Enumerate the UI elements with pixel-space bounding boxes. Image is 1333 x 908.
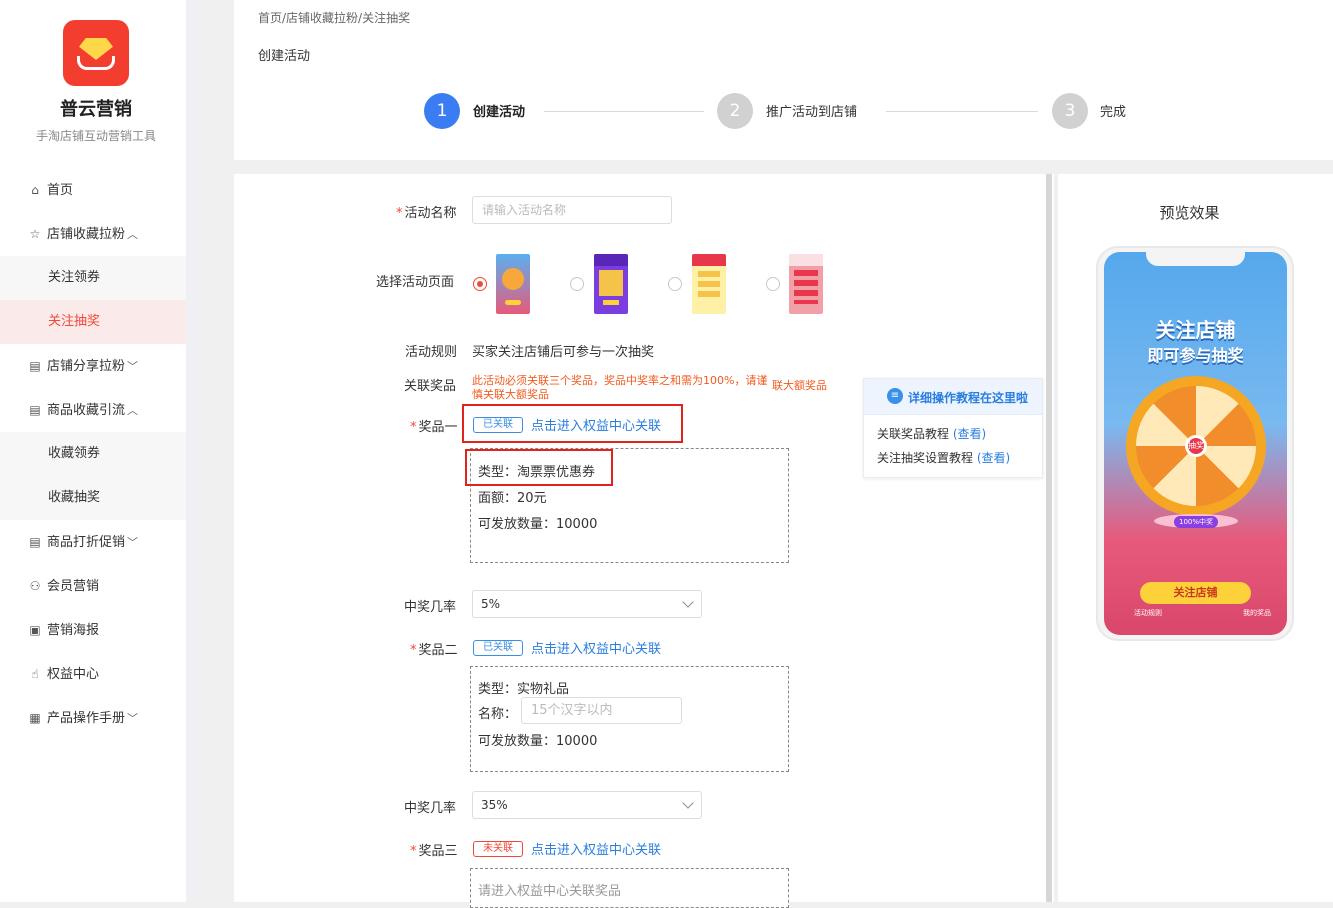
phone-screen: 关注店铺 即可参与抽奖 抽奖 100%中奖 关注店铺 活动规则 我的奖品	[1104, 252, 1287, 635]
sidebar-item-home[interactable]: ⌂ 首页	[0, 168, 186, 212]
app-logo	[63, 20, 129, 86]
step-2-label: 推广活动到店铺	[766, 105, 858, 120]
sidebar-item-manual[interactable]: ▦ 产品操作手册 ﹀	[0, 696, 186, 740]
prize-3-status-badge: 未关联	[473, 841, 523, 857]
sidebar-item-favorite-coupon[interactable]: 收藏领券	[0, 432, 186, 476]
step-connector	[544, 111, 704, 112]
preview-banner-title: 关注店铺	[1155, 318, 1236, 342]
thumbs-up-icon: ☝	[31, 667, 39, 681]
sidebar-item-store-favorites[interactable]: ☆ 店铺收藏拉粉 ︿	[0, 212, 186, 256]
sidebar-item-follow-coupon[interactable]: 关注领券	[0, 256, 186, 300]
step-1-circle: 1	[424, 93, 460, 129]
sidebar-divider	[186, 0, 198, 902]
chevron-down-icon	[682, 596, 694, 608]
preview-follow-button: 关注店铺	[1140, 582, 1251, 604]
chevron-down-icon	[682, 797, 694, 809]
star-icon: ☆	[29, 227, 41, 241]
step-1-label: 创建活动	[473, 105, 526, 120]
chevron-down-icon: ﹀	[127, 536, 139, 549]
help-title: 详细操作教程在这里啦	[908, 391, 1029, 405]
prize-2-link[interactable]: 点击进入权益中心关联	[531, 638, 661, 657]
template-thumbnail-1[interactable]	[496, 254, 530, 314]
prize-1-label: * 奖品一	[410, 420, 458, 435]
shop-icon: ▤	[29, 359, 41, 373]
template-radio-1[interactable]	[473, 277, 487, 291]
help-box: ≡ 详细操作教程在这里啦 关联奖品教程 (查看) 关注抽奖设置教程 (查看)	[863, 378, 1043, 478]
sidebar-item-store-share[interactable]: ▤ 店铺分享拉粉 ﹀	[0, 344, 186, 388]
template-radio-3[interactable]	[668, 277, 682, 291]
step-3-circle: 3	[1052, 93, 1088, 129]
template-thumbnail-3[interactable]	[692, 254, 726, 314]
header-card: 首页/店铺收藏拉粉/关注抽奖 创建活动 1 创建活动 2 推广活动到店铺 3 完…	[234, 0, 1333, 160]
help-header: ≡ 详细操作教程在这里啦	[864, 379, 1042, 415]
prize-3-label: * 奖品三	[410, 844, 458, 859]
home-icon: ⌂	[31, 183, 39, 197]
prizes-notice-overflow: 联大额奖品	[772, 379, 827, 392]
sidebar-item-benefits[interactable]: ☝ 权益中心	[0, 652, 186, 696]
sidebar-item-members[interactable]: ⚇ 会员营销	[0, 564, 186, 608]
activity-name-label: * 活动名称	[396, 206, 457, 221]
prize-1-rate-label: 中奖几率	[404, 600, 457, 615]
prizes-label: 关联奖品	[404, 379, 457, 394]
sidebar-item-favorite-lottery[interactable]: 收藏抽奖	[0, 476, 186, 520]
rules-label: 活动规则	[405, 345, 458, 360]
rules-text: 买家关注店铺后可参与一次抽奖	[472, 345, 655, 360]
step-2-circle: 2	[717, 93, 753, 129]
prize-2-rate-select[interactable]: 35%	[472, 791, 702, 819]
help-link-prize-tutorial[interactable]: 关联奖品教程 (查看)	[877, 425, 986, 442]
preview-card: 预览效果 关注店铺 即可参与抽奖 抽奖 100%中奖 关注店铺 活动规则 我的奖…	[1058, 174, 1333, 902]
prize-2-quantity: 可发放数量：10000	[478, 734, 598, 749]
sidebar: 普云营销 手淘店铺互动营销工具 ⌂ 首页 ☆ 店铺收藏拉粉 ︿ 关注领券 关注抽奖 ▤…	[0, 0, 186, 902]
brand-name: 普云营销	[60, 99, 132, 120]
wheel-hub-button: 抽奖	[1185, 435, 1207, 457]
template-thumbnail-4[interactable]	[789, 254, 823, 314]
help-link-lottery-tutorial[interactable]: 关注抽奖设置教程 (查看)	[877, 449, 1010, 466]
prize-2-rate-label: 中奖几率	[404, 801, 457, 816]
prizes-notice: 此活动必须关联三个奖品，奖品中奖率之和需为100%，请谨慎关联大额奖品	[472, 374, 768, 401]
preview-title: 预览效果	[1159, 204, 1220, 222]
shop-icon: ▤	[29, 403, 41, 417]
prize-2-name-input[interactable]: 15个汉字以内	[521, 697, 682, 724]
users-icon: ⚇	[29, 579, 41, 593]
prize-2-label: * 奖品二	[410, 643, 458, 658]
step-3-label: 完成	[1100, 105, 1127, 120]
sidebar-item-follow-lottery[interactable]: 关注抽奖	[0, 300, 186, 344]
activity-name-input[interactable]: 请输入活动名称	[472, 196, 672, 224]
template-thumbnail-2[interactable]	[594, 254, 628, 314]
highlight-box	[462, 404, 683, 443]
document-icon: ▦	[29, 711, 41, 725]
document-icon: ≡	[887, 388, 903, 404]
preview-banner-subtitle: 即可参与抽奖	[1147, 346, 1244, 365]
highlight-box	[465, 449, 613, 486]
brand-tagline: 手淘店铺互动营销工具	[35, 129, 156, 143]
sidebar-item-posters[interactable]: ▣ 营销海报	[0, 608, 186, 652]
page-title: 创建活动	[258, 49, 311, 64]
step-connector	[886, 111, 1038, 112]
breadcrumb[interactable]: 首页/店铺收藏拉粉/关注抽奖	[258, 9, 410, 26]
sidebar-item-discount[interactable]: ▤ 商品打折促销 ﹀	[0, 520, 186, 564]
shop-icon: ▤	[29, 535, 41, 549]
sidebar-item-product-favorites[interactable]: ▤ 商品收藏引流 ︿	[0, 388, 186, 432]
template-radio-4[interactable]	[766, 277, 780, 291]
preview-rules-link: 活动规则	[1134, 609, 1162, 617]
prize-3-link[interactable]: 点击进入权益中心关联	[531, 839, 661, 858]
prize-2-type: 类型：实物礼品	[478, 682, 570, 697]
page-template-label: 选择活动页面	[376, 275, 455, 290]
chevron-down-icon: ﹀	[127, 712, 139, 725]
prize-1-rate-select[interactable]: 5%	[472, 590, 702, 618]
chevron-down-icon: ﹀	[127, 360, 139, 373]
chevron-up-icon: ︿	[127, 404, 139, 417]
template-radio-2[interactable]	[570, 277, 584, 291]
prize-2-name-label: 名称：	[478, 707, 518, 722]
prize-1-value: 面额：20元	[478, 491, 547, 506]
prize-2-status-badge: 已关联	[473, 640, 523, 656]
phone-preview: 关注店铺 即可参与抽奖 抽奖 100%中奖 关注店铺 活动规则 我的奖品	[1096, 246, 1294, 641]
win-badge: 100%中奖	[1174, 516, 1218, 528]
chevron-up-icon: ︿	[127, 228, 139, 241]
preview-my-prizes-link: 我的奖品	[1243, 609, 1271, 617]
image-icon: ▣	[29, 623, 41, 637]
prize-1-quantity: 可发放数量：10000	[478, 517, 598, 532]
prize-3-placeholder: 请进入权益中心关联奖品	[478, 884, 622, 899]
form-scrollbar[interactable]	[1046, 174, 1052, 902]
